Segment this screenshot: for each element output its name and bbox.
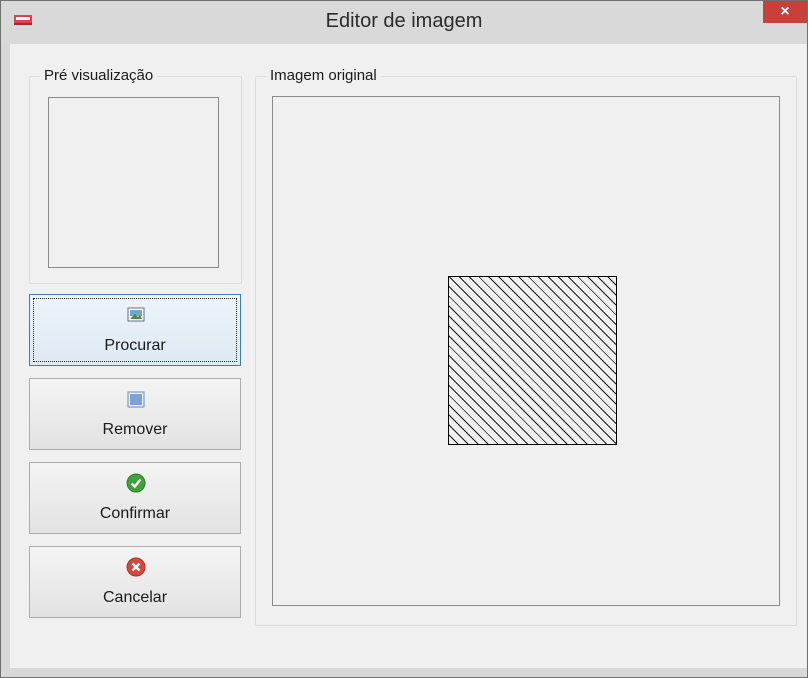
check-icon [126, 473, 146, 493]
image-placeholder [448, 276, 617, 445]
editor-window: Editor de imagem × Pré visualização Imag… [0, 0, 808, 678]
preview-group-label: Pré visualização [40, 67, 158, 85]
title-bar[interactable]: Editor de imagem × [1, 1, 807, 44]
remove-button-label: Remover [102, 421, 168, 438]
preview-image-box [48, 97, 219, 268]
browse-button-label: Procurar [104, 337, 166, 354]
image-icon [126, 305, 146, 325]
original-group-label: Imagem original [266, 67, 381, 85]
cancel-icon [126, 557, 146, 577]
cancel-button-label: Cancelar [102, 589, 168, 606]
browse-button[interactable]: Procurar [29, 294, 241, 366]
confirm-button[interactable]: Confirmar [29, 462, 241, 534]
cancel-button[interactable]: Cancelar [29, 546, 241, 618]
window-title: Editor de imagem [325, 10, 483, 32]
client-area: Pré visualização Imagem original Procura… [10, 44, 807, 668]
close-button[interactable]: × [763, 1, 807, 23]
remove-button[interactable]: Remover [29, 378, 241, 450]
close-icon: × [780, 3, 790, 20]
confirm-button-label: Confirmar [99, 505, 171, 522]
remove-image-icon [126, 389, 146, 409]
